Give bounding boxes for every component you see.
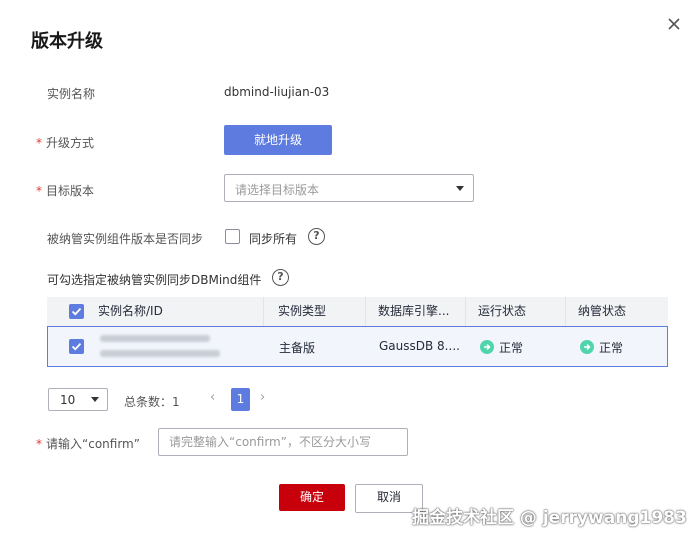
help-icon[interactable]: ? <box>272 269 289 286</box>
row-checkbox[interactable] <box>69 339 84 354</box>
row-manage-status: 正常 <box>599 341 624 355</box>
upgrade-method-label: 升级方式 <box>46 136 95 150</box>
confirm-input-wrapper <box>158 428 408 456</box>
total-count: 总条数：1 <box>124 395 180 409</box>
required-star: * <box>36 136 42 150</box>
table-header: 实例名称/ID 实例类型 数据库引擎... 运行状态 纳管状态 <box>47 297 668 326</box>
confirm-input[interactable] <box>159 429 407 455</box>
instance-table: 实例名称/ID 实例类型 数据库引擎... 运行状态 纳管状态 主备版 Gaus… <box>47 297 668 368</box>
column-header-run-status[interactable]: 运行状态 <box>466 297 566 326</box>
redacted-instance-name <box>100 335 210 342</box>
row-engine: GaussDB 8.... <box>379 339 460 353</box>
success-status-icon <box>580 340 594 354</box>
redacted-instance-id <box>100 350 220 357</box>
page-size-select[interactable]: 10 <box>48 388 108 411</box>
column-header-name[interactable]: 实例名称/ID <box>47 297 264 326</box>
confirm-field: * 请输入“confirm” <box>36 435 140 452</box>
column-header-engine[interactable]: 数据库引擎... <box>366 297 466 326</box>
confirm-label: 请输入“confirm” <box>46 437 140 451</box>
watermark: 掘金技术社区 @ jerrywang1983 <box>412 508 687 528</box>
sync-all-label: 同步所有 <box>249 232 298 246</box>
selectable-hint-label: 可勾选指定被纳管实例同步DBMind组件 <box>47 273 262 287</box>
column-header-type[interactable]: 实例类型 <box>264 297 366 326</box>
instance-name-value: dbmind-liujian-03 <box>224 85 330 99</box>
instance-name-label: 实例名称 <box>47 87 96 101</box>
row-run-status: 正常 <box>499 341 524 355</box>
required-star: * <box>36 184 42 198</box>
sync-all-checkbox[interactable] <box>225 229 240 244</box>
dialog-title: 版本升级 <box>31 31 103 52</box>
chevron-right-icon[interactable]: › <box>260 390 265 405</box>
required-star: * <box>36 437 42 451</box>
close-icon[interactable] <box>664 14 684 34</box>
help-icon[interactable]: ? <box>308 228 325 245</box>
row-type: 主备版 <box>279 341 316 355</box>
page-1-button[interactable]: 1 <box>231 388 250 411</box>
target-version-select[interactable]: 请选择目标版本 <box>224 174 474 202</box>
chevron-down-icon <box>456 186 464 191</box>
chevron-down-icon <box>91 397 99 402</box>
chevron-left-icon[interactable]: ‹ <box>210 390 215 405</box>
column-header-manage-status[interactable]: 纳管状态 <box>566 297 668 326</box>
target-version-placeholder: 请选择目标版本 <box>235 183 320 197</box>
upgrade-method-field: * 升级方式 <box>36 134 94 151</box>
target-version-label: 目标版本 <box>46 184 95 198</box>
page-size-value: 10 <box>60 393 76 407</box>
success-status-icon <box>480 340 494 354</box>
table-row[interactable]: 主备版 GaussDB 8.... 正常 正常 <box>47 326 668 367</box>
ok-button[interactable]: 确定 <box>279 484 345 511</box>
target-version-field: * 目标版本 <box>36 182 94 199</box>
check-icon <box>71 342 82 351</box>
in-place-upgrade-button[interactable]: 就地升级 <box>224 125 332 155</box>
sync-components-label: 被纳管实例组件版本是否同步 <box>47 232 204 246</box>
